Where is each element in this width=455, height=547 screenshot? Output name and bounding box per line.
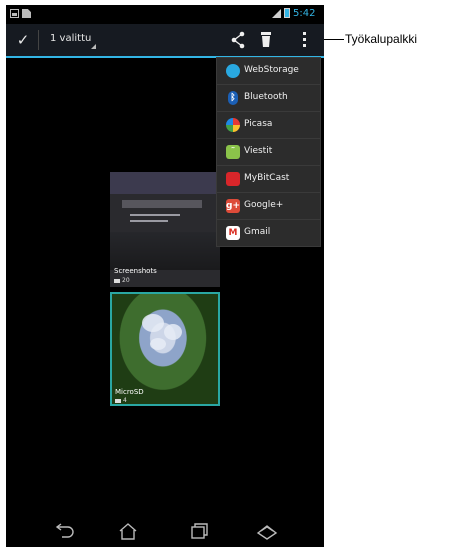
share-icon[interactable] — [230, 31, 246, 49]
menu-dot — [303, 32, 306, 35]
picasa-icon — [226, 118, 240, 132]
menu-item-label: MyBitCast — [244, 173, 290, 183]
menu-item-label: WebStorage — [244, 65, 299, 75]
menu-item-webstorage[interactable]: WebStorage — [217, 58, 320, 85]
trash-lid — [261, 32, 271, 35]
file-notification-icon — [22, 9, 31, 18]
mybitcast-icon — [226, 172, 240, 186]
menu-item-mybitcast[interactable]: MyBitCast — [217, 166, 320, 193]
flower-highlight — [142, 314, 164, 332]
album-count-value: 4 — [123, 397, 127, 404]
bluetooth-icon: ᛒ — [228, 91, 238, 105]
toolbar-divider — [38, 30, 39, 50]
album-count: 20 — [114, 277, 130, 284]
webstorage-icon — [226, 64, 240, 78]
flower-highlight — [164, 324, 182, 340]
selection-count-dropdown[interactable]: 1 valittu — [50, 33, 91, 44]
share-menu: WebStorage ᛒ Bluetooth Picasa ˜ Viestit … — [216, 57, 321, 247]
toolbar-callout-label: Työkalupalkki — [345, 32, 418, 46]
menu-item-label: Google+ — [244, 200, 284, 210]
delete-icon[interactable] — [260, 32, 272, 48]
album-preview-background — [110, 232, 220, 270]
navigation-bar — [6, 515, 324, 547]
menu-dot — [303, 38, 306, 41]
menu-item-label: Bluetooth — [244, 92, 288, 102]
album-preview-header — [110, 172, 220, 194]
album-count-value: 20 — [122, 277, 130, 284]
google-plus-icon: g+ — [226, 199, 240, 213]
menu-item-viestit[interactable]: ˜ Viestit — [217, 139, 320, 166]
folder-icon — [114, 278, 120, 283]
menu-item-picasa[interactable]: Picasa — [217, 112, 320, 139]
done-check-icon[interactable]: ✓ — [12, 30, 34, 50]
menu-dot — [303, 44, 306, 47]
menu-up-icon[interactable] — [255, 521, 279, 541]
home-icon[interactable] — [116, 521, 140, 541]
menu-item-label: Gmail — [244, 227, 271, 237]
callout-line — [324, 39, 344, 40]
menu-item-label: Viestit — [244, 146, 273, 156]
toolbar: ✓ 1 valittu — [6, 24, 324, 58]
gmail-icon: M — [226, 226, 240, 240]
signal-icon — [272, 9, 281, 18]
menu-item-gmail[interactable]: M Gmail — [217, 220, 320, 247]
album-preview-row — [122, 200, 202, 208]
back-icon[interactable] — [52, 521, 76, 541]
screenshot-notification-icon — [10, 9, 19, 18]
recent-apps-icon[interactable] — [187, 521, 211, 541]
tablet-screen: 5:42 ✓ 1 valittu Screenshots 20 MicroSD … — [6, 5, 324, 547]
menu-item-bluetooth[interactable]: ᛒ Bluetooth — [217, 85, 320, 112]
album-screenshots[interactable]: Screenshots 20 — [110, 172, 220, 287]
dropdown-arrow-icon — [91, 44, 96, 49]
album-preview-line — [130, 220, 168, 222]
folder-icon — [115, 398, 121, 403]
messaging-icon: ˜ — [226, 145, 240, 159]
menu-item-label: Picasa — [244, 119, 273, 129]
menu-item-google-plus[interactable]: g+ Google+ — [217, 193, 320, 220]
album-preview-line — [130, 214, 180, 216]
album-title: MicroSD — [115, 388, 144, 396]
status-bar: 5:42 — [6, 5, 324, 24]
battery-icon — [284, 8, 290, 18]
status-time: 5:42 — [293, 8, 316, 19]
album-title: Screenshots — [114, 267, 157, 275]
overflow-menu-icon[interactable] — [302, 32, 308, 48]
flower-highlight — [150, 338, 166, 350]
trash-bin — [262, 36, 270, 47]
album-count: 4 — [115, 397, 127, 404]
album-microsd[interactable]: MicroSD 4 — [110, 292, 220, 406]
